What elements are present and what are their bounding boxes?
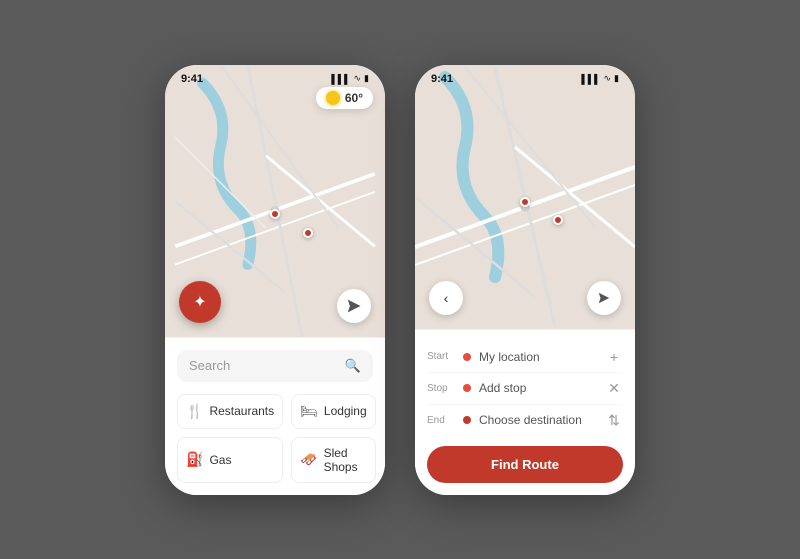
phone-2: 9:41 ▌▌▌ ∿ ▮ — [415, 65, 635, 495]
find-route-button[interactable]: Find Route — [427, 446, 623, 483]
categories-grid: 🍴 Restaurants 🛏 Lodging ⛽ Gas 🛷 Sled Sho… — [177, 394, 373, 483]
navigation-fab[interactable]: ✦ — [179, 281, 221, 323]
map-pin-2 — [303, 228, 313, 238]
route-stop-row: Stop Add stop ✕ — [427, 373, 623, 405]
search-placeholder: Search — [189, 358, 337, 373]
compass-icon: ✦ — [193, 292, 206, 312]
route-panel: Start My location + Stop Add stop ✕ End … — [415, 329, 635, 495]
battery-icon-2: ▮ — [614, 73, 619, 84]
stop-input[interactable]: Add stop — [479, 381, 597, 395]
end-dot — [463, 416, 471, 424]
wifi-icon-2: ∿ — [604, 73, 612, 84]
temperature: 60° — [345, 91, 363, 105]
map-area-1: 60° ✦ — [165, 65, 385, 337]
start-input[interactable]: My location — [479, 350, 597, 364]
map-background-1: 60° ✦ — [165, 65, 385, 337]
map-pin-3 — [520, 197, 530, 207]
search-icon: 🔍 — [345, 358, 361, 374]
category-restaurants[interactable]: 🍴 Restaurants — [177, 394, 283, 429]
phone-1: 9:41 ▌▌▌ ∿ ▮ — [165, 65, 385, 495]
start-dot — [463, 353, 471, 361]
stop-dot — [463, 384, 471, 392]
map-background-2: ‹ — [415, 65, 635, 329]
bottom-panel-1: Search 🔍 🍴 Restaurants 🛏 Lodging ⛽ Gas — [165, 337, 385, 495]
signal-icon-2: ▌▌▌ — [581, 74, 600, 84]
lodging-icon: 🛏 — [300, 403, 318, 420]
gas-icon: ⛽ — [186, 451, 203, 468]
swap-route-button[interactable]: ⇅ — [605, 412, 623, 429]
stop-label: Stop — [427, 383, 455, 394]
battery-icon-1: ▮ — [364, 73, 369, 84]
gas-label: Gas — [209, 453, 231, 467]
sun-icon — [326, 91, 340, 105]
remove-stop-button[interactable]: ✕ — [605, 380, 623, 397]
route-start-row: Start My location + — [427, 342, 623, 373]
lodging-label: Lodging — [324, 404, 367, 418]
category-lodging[interactable]: 🛏 Lodging — [291, 394, 376, 429]
end-label: End — [427, 415, 455, 426]
back-button[interactable]: ‹ — [429, 281, 463, 315]
map-pin-1 — [270, 209, 280, 219]
restaurants-icon: 🍴 — [186, 403, 203, 420]
phones-container: 9:41 ▌▌▌ ∿ ▮ — [165, 65, 635, 495]
location-button-1[interactable] — [337, 289, 371, 323]
restaurants-label: Restaurants — [209, 404, 274, 418]
search-bar[interactable]: Search 🔍 — [177, 350, 373, 382]
status-bar-1: 9:41 ▌▌▌ ∿ ▮ — [165, 65, 385, 89]
map-pin-4 — [553, 215, 563, 225]
signal-icon-1: ▌▌▌ — [331, 74, 350, 84]
add-start-button[interactable]: + — [605, 349, 623, 365]
status-time-1: 9:41 — [181, 73, 203, 85]
start-label: Start — [427, 351, 455, 362]
status-time-2: 9:41 — [431, 73, 453, 85]
back-arrow-icon: ‹ — [444, 290, 449, 306]
wifi-icon-1: ∿ — [354, 73, 362, 84]
status-icons-1: ▌▌▌ ∿ ▮ — [331, 73, 369, 84]
route-end-row: End Choose destination ⇅ — [427, 405, 623, 436]
location-button-2[interactable] — [587, 281, 621, 315]
sled-shops-label: Sled Shops — [324, 446, 367, 474]
category-gas[interactable]: ⛽ Gas — [177, 437, 283, 483]
end-input[interactable]: Choose destination — [479, 413, 597, 427]
status-icons-2: ▌▌▌ ∿ ▮ — [581, 73, 619, 84]
status-bar-2: 9:41 ▌▌▌ ∿ ▮ — [415, 65, 635, 89]
sled-shops-icon: 🛷 — [300, 451, 317, 468]
weather-widget: 60° — [316, 87, 373, 109]
location-arrow-icon — [347, 299, 361, 313]
category-sled-shops[interactable]: 🛷 Sled Shops — [291, 437, 376, 483]
location-arrow-icon-2 — [597, 291, 611, 305]
map-area-2: ‹ — [415, 65, 635, 329]
